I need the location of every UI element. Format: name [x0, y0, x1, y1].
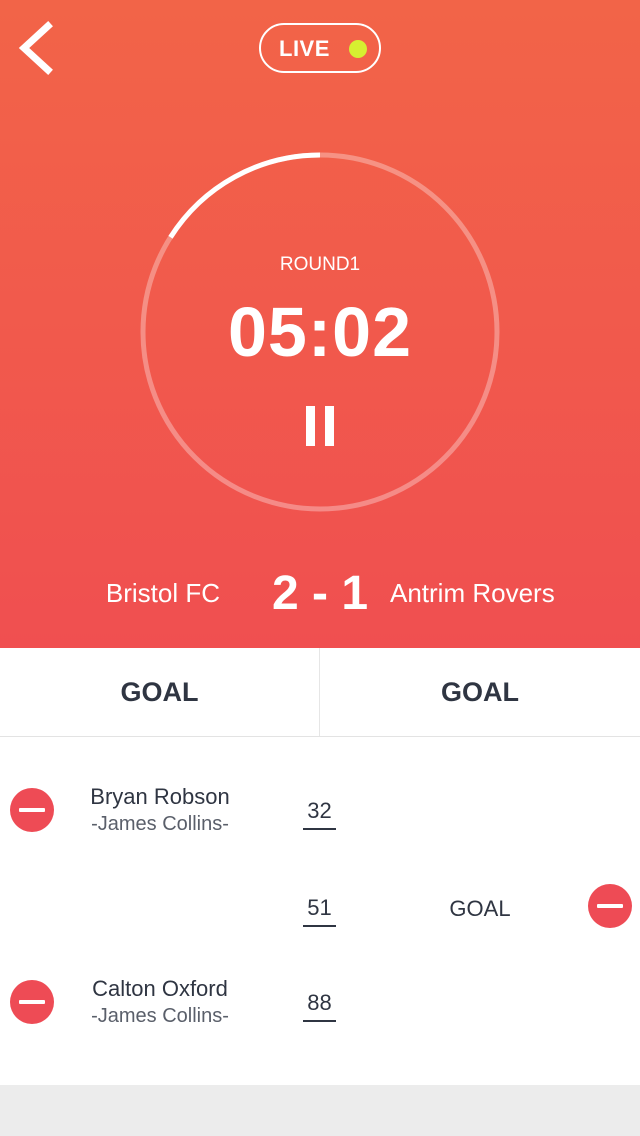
event-minute: 32	[303, 798, 336, 830]
events-panel: GOAL GOAL Bryan Robson -James Collins- 3…	[0, 648, 640, 1085]
back-button[interactable]	[14, 20, 64, 76]
minus-icon	[597, 904, 623, 908]
round-label: ROUND1	[279, 254, 361, 275]
event-minute: 88	[303, 990, 336, 1022]
event-player: Bryan Robson	[90, 784, 230, 809]
chevron-left-icon	[18, 21, 53, 75]
event-minute: 51	[303, 895, 336, 927]
tab-divider	[0, 736, 640, 737]
remove-event-button[interactable]	[10, 788, 54, 832]
live-badge: LIVE	[259, 23, 381, 73]
event-label: GOAL	[449, 896, 511, 921]
match-header: LIVE ROUND1 05:02 Bristol FC 2 - 1 Antri…	[0, 0, 640, 648]
event-player: Calton Oxford	[92, 976, 228, 1001]
minus-icon	[19, 808, 45, 812]
remove-event-button[interactable]	[10, 980, 54, 1024]
match-score: 2 - 1	[271, 567, 369, 620]
match-timer: 05:02	[227, 293, 413, 371]
event-assist: -James Collins-	[91, 813, 229, 835]
minus-icon	[19, 1000, 45, 1004]
tab-away-goal[interactable]: GOAL	[320, 648, 640, 736]
event-assist: -James Collins-	[91, 1005, 229, 1027]
home-team-name: Bristol FC	[105, 578, 220, 608]
pause-button[interactable]	[302, 402, 338, 450]
away-team-name: Antrim Rovers	[390, 578, 555, 608]
live-indicator-dot	[349, 40, 367, 58]
tab-home-goal[interactable]: GOAL	[0, 648, 320, 736]
remove-event-button[interactable]	[588, 884, 632, 928]
live-label: LIVE	[279, 36, 330, 61]
